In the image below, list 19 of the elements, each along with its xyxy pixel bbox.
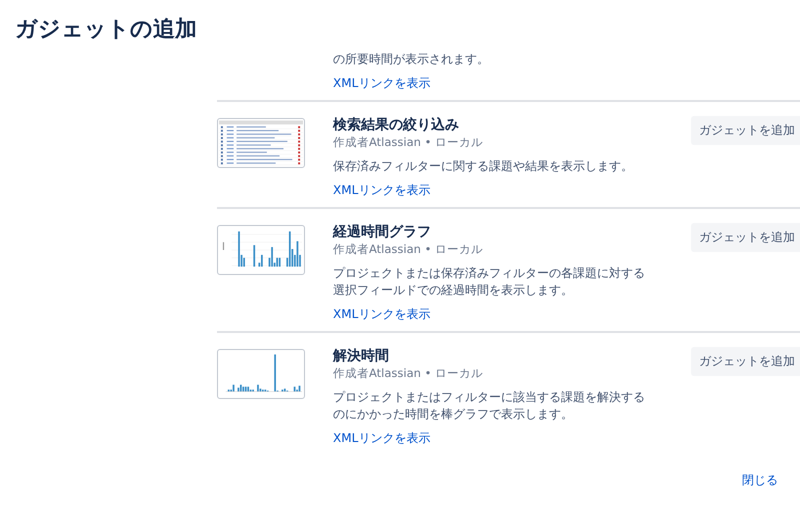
xml-link[interactable]: XMLリンクを表示 <box>333 182 430 199</box>
gadget-name: 解決時間 <box>333 347 390 365</box>
xml-link[interactable]: XMLリンクを表示 <box>333 430 430 447</box>
gadget-author: 作成者Atlassian • ローカル <box>333 134 484 150</box>
add-gadget-button[interactable]: ガジェットを追加 <box>691 116 800 145</box>
xml-link[interactable]: XMLリンクを表示 <box>333 75 430 92</box>
close-link[interactable]: 閉じる <box>742 472 778 489</box>
gadget-author: 作成者Atlassian • ローカル <box>333 365 484 381</box>
gadget-name: 経過時間グラフ <box>333 223 432 241</box>
gadget-name: 検索結果の絞り込み <box>333 116 460 134</box>
gadget-author: 作成者Atlassian • ローカル <box>333 241 484 257</box>
add-gadget-button[interactable]: ガジェットを追加 <box>691 223 800 252</box>
xml-link[interactable]: XMLリンクを表示 <box>333 306 430 323</box>
gadget-description: の所要時間が表示されます。 <box>333 51 490 68</box>
add-gadget-button[interactable]: ガジェットを追加 <box>691 347 800 376</box>
gadget-description: 保存済みフィルターに関する課題や結果を表示します。 <box>333 158 634 175</box>
dialog-title: ガジェットの追加 <box>14 16 198 44</box>
gadget-description: プロジェクトまたは保存済みフィルターの各課題に対する選択フィールドでの経過時間を表示します。 <box>333 265 646 299</box>
gadget-description: プロジェクトまたはフィルターに該当する課題を解決するのにかかった時間を棒グラフで表示します。 <box>333 389 646 423</box>
